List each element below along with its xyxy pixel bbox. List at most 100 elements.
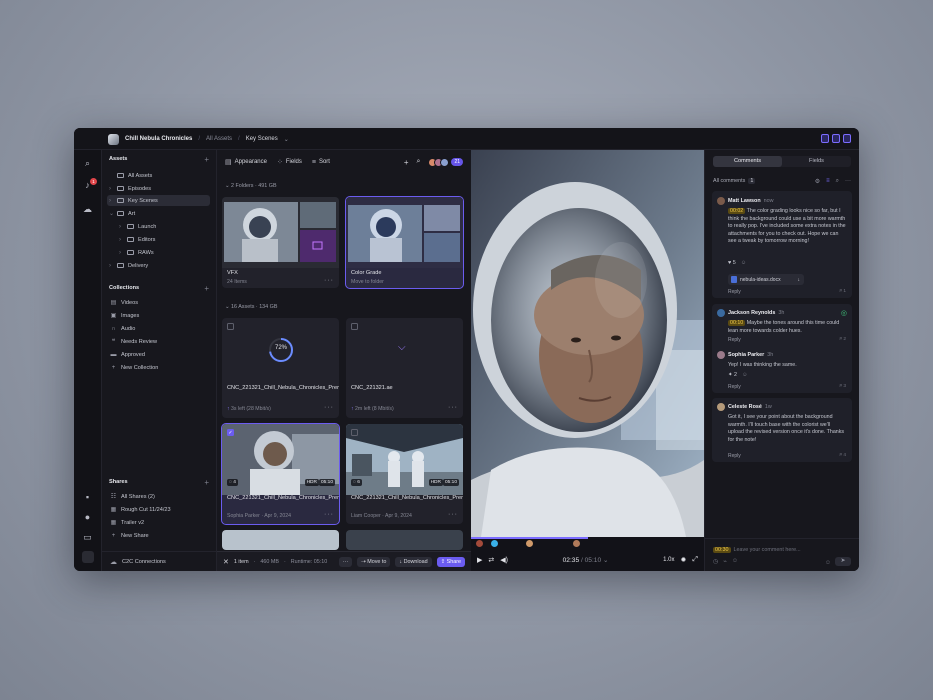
- reaction[interactable]: ✦ 2: [728, 372, 737, 378]
- chevron-right-icon[interactable]: ›: [109, 263, 113, 269]
- timestamp-chip[interactable]: 00:02: [728, 208, 746, 214]
- sidebar-item-approved[interactable]: ▬ Approved: [110, 349, 145, 360]
- sort-button[interactable]: ≡ Sort: [312, 159, 330, 166]
- sidebar-item-editors[interactable]: › Editors: [119, 234, 210, 245]
- more-icon[interactable]: ···: [324, 404, 334, 411]
- chat-icon[interactable]: ▪: [82, 492, 93, 503]
- sidebar-item-videos[interactable]: ▤ Videos: [110, 297, 138, 308]
- download-icon[interactable]: ↓: [798, 277, 801, 283]
- timeline[interactable]: [471, 537, 704, 549]
- asset-card-peek[interactable]: [222, 530, 339, 550]
- sidebar-item-rough-cut[interactable]: ▦ Rough Cut 11/24/23: [110, 504, 171, 515]
- asset-card-uploading[interactable]: 72% CNC_221321_Chill_Nebula_Chronicles_P…: [222, 318, 339, 418]
- sidebar-item-audio[interactable]: ∩ Audio: [110, 323, 135, 334]
- lightbulb-icon[interactable]: ●: [82, 512, 93, 523]
- sidebar-item-all-shares[interactable]: ☷ All Shares (2): [110, 491, 155, 502]
- playback-speed[interactable]: 1.0x: [663, 557, 674, 563]
- reply-button[interactable]: Reply: [728, 384, 741, 390]
- breadcrumb-all-assets[interactable]: All Assets: [206, 136, 232, 142]
- all-comments-label[interactable]: All comments: [713, 178, 745, 184]
- comment-input[interactable]: Leave your comment here...: [734, 547, 801, 553]
- c2c-connections[interactable]: ☁ C2C Connections: [102, 551, 216, 571]
- viewers-avatars[interactable]: 21: [428, 157, 463, 167]
- reply-button[interactable]: Reply: [728, 337, 741, 343]
- user-avatar[interactable]: [82, 551, 94, 563]
- chevron-right-icon[interactable]: ›: [119, 237, 123, 243]
- chevron-right-icon[interactable]: ›: [119, 250, 123, 256]
- project-name[interactable]: Chill Nebula Chronicles: [125, 136, 192, 142]
- sidebar-item-trailer[interactable]: ▦ Trailer v2: [110, 517, 144, 528]
- sidebar-item-raws[interactable]: › RAWs: [119, 247, 210, 258]
- more-icon[interactable]: ···: [324, 511, 334, 518]
- search-icon[interactable]: ⌕: [82, 158, 93, 169]
- asset-card-scene-003[interactable]: ✓ ◌ 4 HDR 05:10 CNC_221321_Chill_Nebula_…: [221, 423, 340, 525]
- sidebar-item-all-assets[interactable]: All Assets: [109, 170, 210, 181]
- chevron-right-icon[interactable]: ›: [119, 224, 123, 230]
- add-collection-icon[interactable]: +: [204, 285, 209, 293]
- fields-button[interactable]: ⁘ Fields: [277, 158, 302, 166]
- share-button[interactable]: ⇪ Share: [436, 556, 465, 567]
- settings-icon[interactable]: ✹: [681, 556, 687, 564]
- right-panel-icon[interactable]: [843, 134, 851, 143]
- search-icon[interactable]: ⌕: [417, 158, 421, 166]
- sidebar-item-images[interactable]: ▣ Images: [110, 310, 140, 321]
- add-asset-icon[interactable]: +: [204, 156, 209, 164]
- more-icon[interactable]: ···: [845, 178, 851, 185]
- loop-icon[interactable]: ⇄: [488, 556, 494, 564]
- add-reaction-icon[interactable]: ☺: [742, 372, 748, 378]
- select-checkbox[interactable]: [351, 429, 358, 436]
- close-icon[interactable]: ✕: [223, 558, 229, 566]
- sidebar-item-key-scenes[interactable]: › Key Scenes: [107, 195, 210, 206]
- attachment-chip[interactable]: nebula-ideas.docx ↓: [728, 274, 804, 285]
- filter-icon[interactable]: ≡: [826, 178, 830, 185]
- chevron-down-icon[interactable]: ⌄: [109, 210, 114, 217]
- folder-card-color-grade[interactable]: Color Grade Move to folder: [345, 196, 464, 289]
- search-icon[interactable]: ⌕: [836, 178, 839, 185]
- send-button[interactable]: ➤: [835, 557, 851, 566]
- comment-composer[interactable]: 00:30 Leave your comment here... ◷ ⌁ ☺ ☺ …: [705, 538, 859, 571]
- chevron-down-icon[interactable]: ⌄: [284, 136, 289, 143]
- play-icon[interactable]: ▶: [477, 556, 482, 564]
- appearance-button[interactable]: ▤ Appearance: [225, 158, 267, 166]
- reaction[interactable]: ♥ 5: [728, 260, 736, 266]
- mention-icon[interactable]: ☺: [825, 560, 831, 566]
- reply-button[interactable]: Reply: [728, 453, 741, 459]
- folders-section-label[interactable]: ⌄ 2 Folders · 491 GB: [225, 183, 277, 189]
- settings-icon[interactable]: ⚙: [815, 178, 820, 185]
- comment-marker[interactable]: [476, 540, 483, 547]
- add-icon[interactable]: +: [404, 158, 409, 167]
- sidebar-item-new-collection[interactable]: + New Collection: [110, 362, 159, 373]
- center-panel-icon[interactable]: [832, 134, 840, 143]
- asset-card-ae[interactable]: ⌵ CNC_221321.ae ↑ 2m left (8 Mbit/s) ···: [346, 318, 463, 418]
- emoji-icon[interactable]: ☺: [732, 558, 738, 565]
- comment-marker[interactable]: [573, 540, 580, 547]
- volume-icon[interactable]: ◀): [500, 556, 508, 564]
- asset-card-peek[interactable]: [346, 530, 463, 550]
- attach-icon[interactable]: ⌁: [723, 558, 727, 565]
- download-button[interactable]: ↓ Download: [395, 556, 432, 567]
- select-checkbox[interactable]: [227, 323, 234, 330]
- tab-comments[interactable]: Comments: [713, 156, 782, 167]
- select-checkbox[interactable]: [351, 323, 358, 330]
- chevron-right-icon[interactable]: ›: [109, 186, 113, 192]
- reply-button[interactable]: Reply: [728, 289, 741, 295]
- assets-section-label[interactable]: ⌄ 16 Assets · 134 GB: [225, 304, 277, 310]
- comment-marker[interactable]: [491, 540, 498, 547]
- add-share-icon[interactable]: +: [204, 479, 209, 487]
- left-panel-icon[interactable]: [821, 134, 829, 143]
- sidebar-item-art[interactable]: ⌄ Art: [109, 208, 210, 219]
- comment-marker[interactable]: [526, 540, 533, 547]
- more-icon[interactable]: ···: [324, 277, 334, 284]
- timestamp-chip[interactable]: 00:10: [728, 320, 746, 326]
- timestamp-chip[interactable]: 00:30: [713, 547, 731, 553]
- sidebar-item-new-share[interactable]: + New Share: [110, 530, 149, 541]
- inbox-icon[interactable]: ▭: [82, 532, 93, 543]
- sidebar-item-launch[interactable]: › Launch: [119, 221, 210, 232]
- more-actions-button[interactable]: ···: [338, 556, 353, 567]
- resolved-check-icon[interactable]: ◎: [841, 309, 847, 317]
- clock-icon[interactable]: ◷: [713, 558, 718, 565]
- move-to-button[interactable]: ⇢ Move to: [357, 556, 391, 567]
- more-icon[interactable]: ···: [448, 404, 458, 411]
- select-checkbox[interactable]: ✓: [227, 429, 234, 436]
- upload-cloud-icon[interactable]: ☁: [82, 204, 93, 215]
